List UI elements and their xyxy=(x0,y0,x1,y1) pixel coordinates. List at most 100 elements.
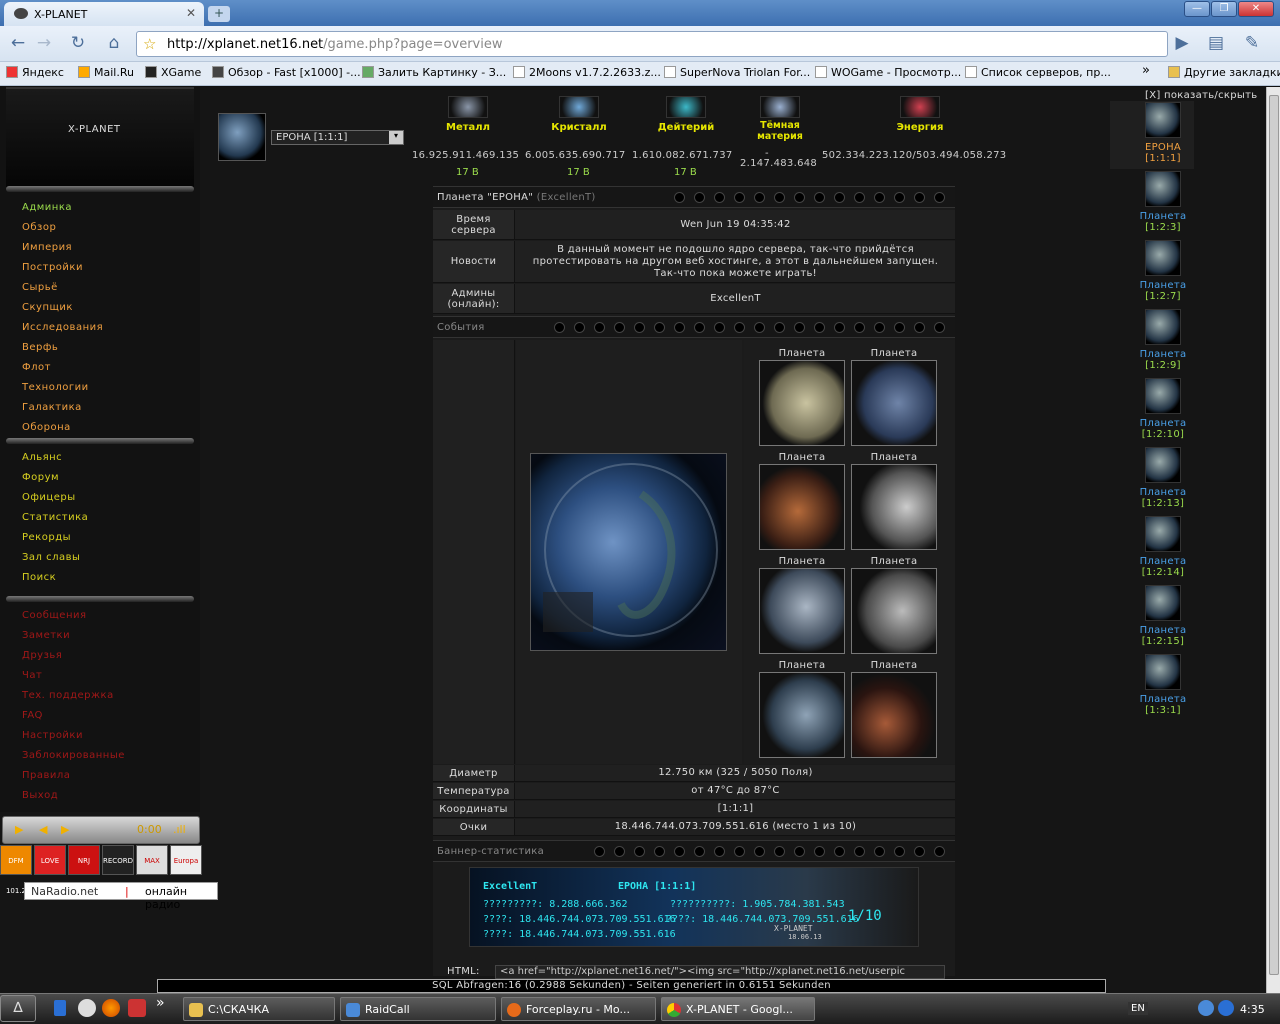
moon-thumbnail[interactable] xyxy=(851,568,937,654)
planet-list-item[interactable]: Планета [1:2:10] xyxy=(1115,378,1211,440)
resource-1[interactable]: Кристалл xyxy=(534,96,624,133)
sidebar-item[interactable]: Заблокированные xyxy=(22,750,125,761)
planet-image[interactable] xyxy=(530,453,727,651)
bookmark-item[interactable]: Mail.Ru xyxy=(78,66,134,79)
stats-banner[interactable]: ExcellenT ЕРОНА [1:1:1] ?????????: 8.288… xyxy=(469,867,919,947)
next-icon[interactable]: ▶ xyxy=(61,823,69,836)
moon-thumbnail[interactable] xyxy=(851,360,937,446)
start-button[interactable]: ∆ xyxy=(0,995,36,1022)
bookmark-item[interactable]: XGame xyxy=(145,66,201,79)
minimize-button[interactable]: — xyxy=(1184,1,1210,17)
sidebar-item[interactable]: Сообщения xyxy=(22,610,87,621)
other-bookmarks[interactable]: Другие закладки xyxy=(1168,66,1280,79)
show-desktop-icon[interactable] xyxy=(54,1000,66,1016)
vertical-scrollbar[interactable] xyxy=(1266,87,1280,993)
toggle-planets-link[interactable]: [X] показать/скрыть xyxy=(1145,90,1257,101)
bookmark-item[interactable]: Список серверов, пр... xyxy=(965,66,1111,79)
resource-3[interactable]: Тёмная материя xyxy=(735,96,825,142)
prev-icon[interactable]: ◀ xyxy=(39,823,47,836)
more-bookmarks-chevron-icon[interactable]: » xyxy=(1142,63,1150,78)
sidebar-item[interactable]: Друзья xyxy=(22,650,62,661)
sidebar-item[interactable]: Статистика xyxy=(22,512,88,523)
app-quicklaunch-icon[interactable] xyxy=(78,999,96,1017)
radio-station-button[interactable]: LOVE xyxy=(34,845,66,875)
sidebar-item[interactable]: Рекорды xyxy=(22,532,71,543)
home-icon[interactable]: ⌂ xyxy=(102,32,126,56)
sidebar-item[interactable]: Сырьё xyxy=(22,282,58,293)
moon-thumbnail[interactable] xyxy=(851,464,937,550)
taskbar-item-chrome[interactable]: X-PLANET - Googl... xyxy=(661,997,815,1021)
sidebar-item[interactable]: Постройки xyxy=(22,262,83,273)
tab-close-icon[interactable]: ✕ xyxy=(186,6,196,20)
sidebar-item[interactable]: Зал славы xyxy=(22,552,80,563)
sidebar-item[interactable]: Верфь xyxy=(22,342,58,353)
planet-list-item[interactable]: Планета [1:2:13] xyxy=(1115,447,1211,509)
sidebar-item[interactable]: Заметки xyxy=(22,630,70,641)
planet-list-item[interactable]: Планета [1:2:9] xyxy=(1115,309,1211,371)
quicklaunch-more-icon[interactable]: » xyxy=(156,995,165,1011)
browser-tab[interactable]: X-PLANET ✕ xyxy=(4,2,204,26)
sidebar-item[interactable]: Чат xyxy=(22,670,42,681)
planet-list-item[interactable]: Планета [1:3:1] xyxy=(1115,654,1211,716)
play-icon[interactable]: ▶ xyxy=(15,823,23,836)
sidebar-item[interactable]: Тех. поддержка xyxy=(22,690,114,701)
bookmark-item[interactable]: 2Moons v1.7.2.2633.z... xyxy=(513,66,661,79)
sidebar-item[interactable]: FAQ xyxy=(22,710,43,721)
taskbar-item-raidcall[interactable]: RaidCall xyxy=(340,997,496,1021)
sidebar-item[interactable]: Технологии xyxy=(22,382,89,393)
sidebar-item[interactable]: Поиск xyxy=(22,572,56,583)
taskbar-item-firefox[interactable]: Forceplay.ru - Mo... xyxy=(501,997,656,1021)
radio-station-button[interactable]: MAX xyxy=(136,845,168,875)
radio-station-button[interactable]: NRJ xyxy=(68,845,100,875)
taskbar-item-folder[interactable]: C:\СКАЧКА xyxy=(183,997,335,1021)
close-window-button[interactable]: ✕ xyxy=(1238,1,1274,17)
radio-station-button[interactable]: DFM 101.2 xyxy=(0,845,32,895)
firefox-icon[interactable] xyxy=(102,999,120,1017)
tray-app-icon[interactable] xyxy=(1218,1000,1234,1016)
back-arrow-icon[interactable]: ← xyxy=(6,32,30,56)
naradio-link[interactable]: NaRadio.net | онлайн радио xyxy=(24,882,218,911)
moon-thumbnail[interactable] xyxy=(759,672,845,758)
moon-thumbnail[interactable] xyxy=(759,360,845,446)
address-bar[interactable]: ☆ http://xplanet.net16.net/game.php?page… xyxy=(136,31,1168,57)
sidebar-item[interactable]: Альянс xyxy=(22,452,62,463)
bookmark-star-icon[interactable]: ☆ xyxy=(143,35,156,53)
sidebar-item[interactable]: Оборона xyxy=(22,422,71,433)
volume-icon[interactable]: .ıll xyxy=(173,823,186,836)
bookmark-item[interactable]: SuperNova Triolan For... xyxy=(664,66,810,79)
bookmark-item[interactable]: Яндекс xyxy=(6,66,64,79)
wrench-icon[interactable]: ✎ xyxy=(1240,32,1264,56)
planet-list-item[interactable]: Планета [1:2:3] xyxy=(1115,171,1211,233)
resource-0[interactable]: Металл xyxy=(423,96,513,133)
sidebar-item[interactable]: Скупщик xyxy=(22,302,73,313)
sidebar-item[interactable]: Настройки xyxy=(22,730,83,741)
forward-arrow-icon[interactable]: → xyxy=(32,32,56,56)
reload-icon[interactable]: ↻ xyxy=(66,32,90,56)
sidebar-item[interactable]: Выход xyxy=(22,790,58,801)
go-arrow-icon[interactable]: ▶ xyxy=(1170,32,1194,56)
sidebar-item[interactable]: Офицеры xyxy=(22,492,76,503)
banner-html-code-input[interactable]: <a href="http://xplanet.net16.net/"><img… xyxy=(495,965,945,979)
sidebar-item[interactable]: Админка xyxy=(22,202,72,213)
resource-4[interactable]: Энергия xyxy=(875,96,965,133)
sidebar-item[interactable]: Галактика xyxy=(22,402,82,413)
tray-network-icon[interactable] xyxy=(1198,1000,1214,1016)
resource-2[interactable]: Дейтерий xyxy=(641,96,731,133)
radio-station-button[interactable]: Europa plus xyxy=(170,845,202,895)
app-quicklaunch-icon[interactable] xyxy=(128,999,146,1017)
moon-thumbnail[interactable] xyxy=(851,672,937,758)
planet-list-item[interactable]: Планета [1:2:7] xyxy=(1115,240,1211,302)
planet-list-item[interactable]: Планета [1:2:14] xyxy=(1115,516,1211,578)
bookmark-item[interactable]: WOGame - Просмотр... xyxy=(815,66,961,79)
planet-select[interactable]: ЕРОНА [1:1:1] ▾ xyxy=(271,130,404,145)
current-planet-image[interactable] xyxy=(218,113,266,161)
moon-thumbnail[interactable] xyxy=(759,464,845,550)
sidebar-item[interactable]: Империя xyxy=(22,242,72,253)
sidebar-item[interactable]: Обзор xyxy=(22,222,56,233)
planet-list-item[interactable]: ЕРОНА [1:1:1] xyxy=(1115,102,1211,164)
sidebar-item[interactable]: Исследования xyxy=(22,322,103,333)
bookmark-item[interactable]: Обзор - Fast [x1000] -... xyxy=(212,66,361,79)
page-menu-icon[interactable]: ▤ xyxy=(1204,32,1228,56)
maximize-button[interactable]: ❐ xyxy=(1211,1,1237,17)
sidebar-item[interactable]: Форум xyxy=(22,472,59,483)
